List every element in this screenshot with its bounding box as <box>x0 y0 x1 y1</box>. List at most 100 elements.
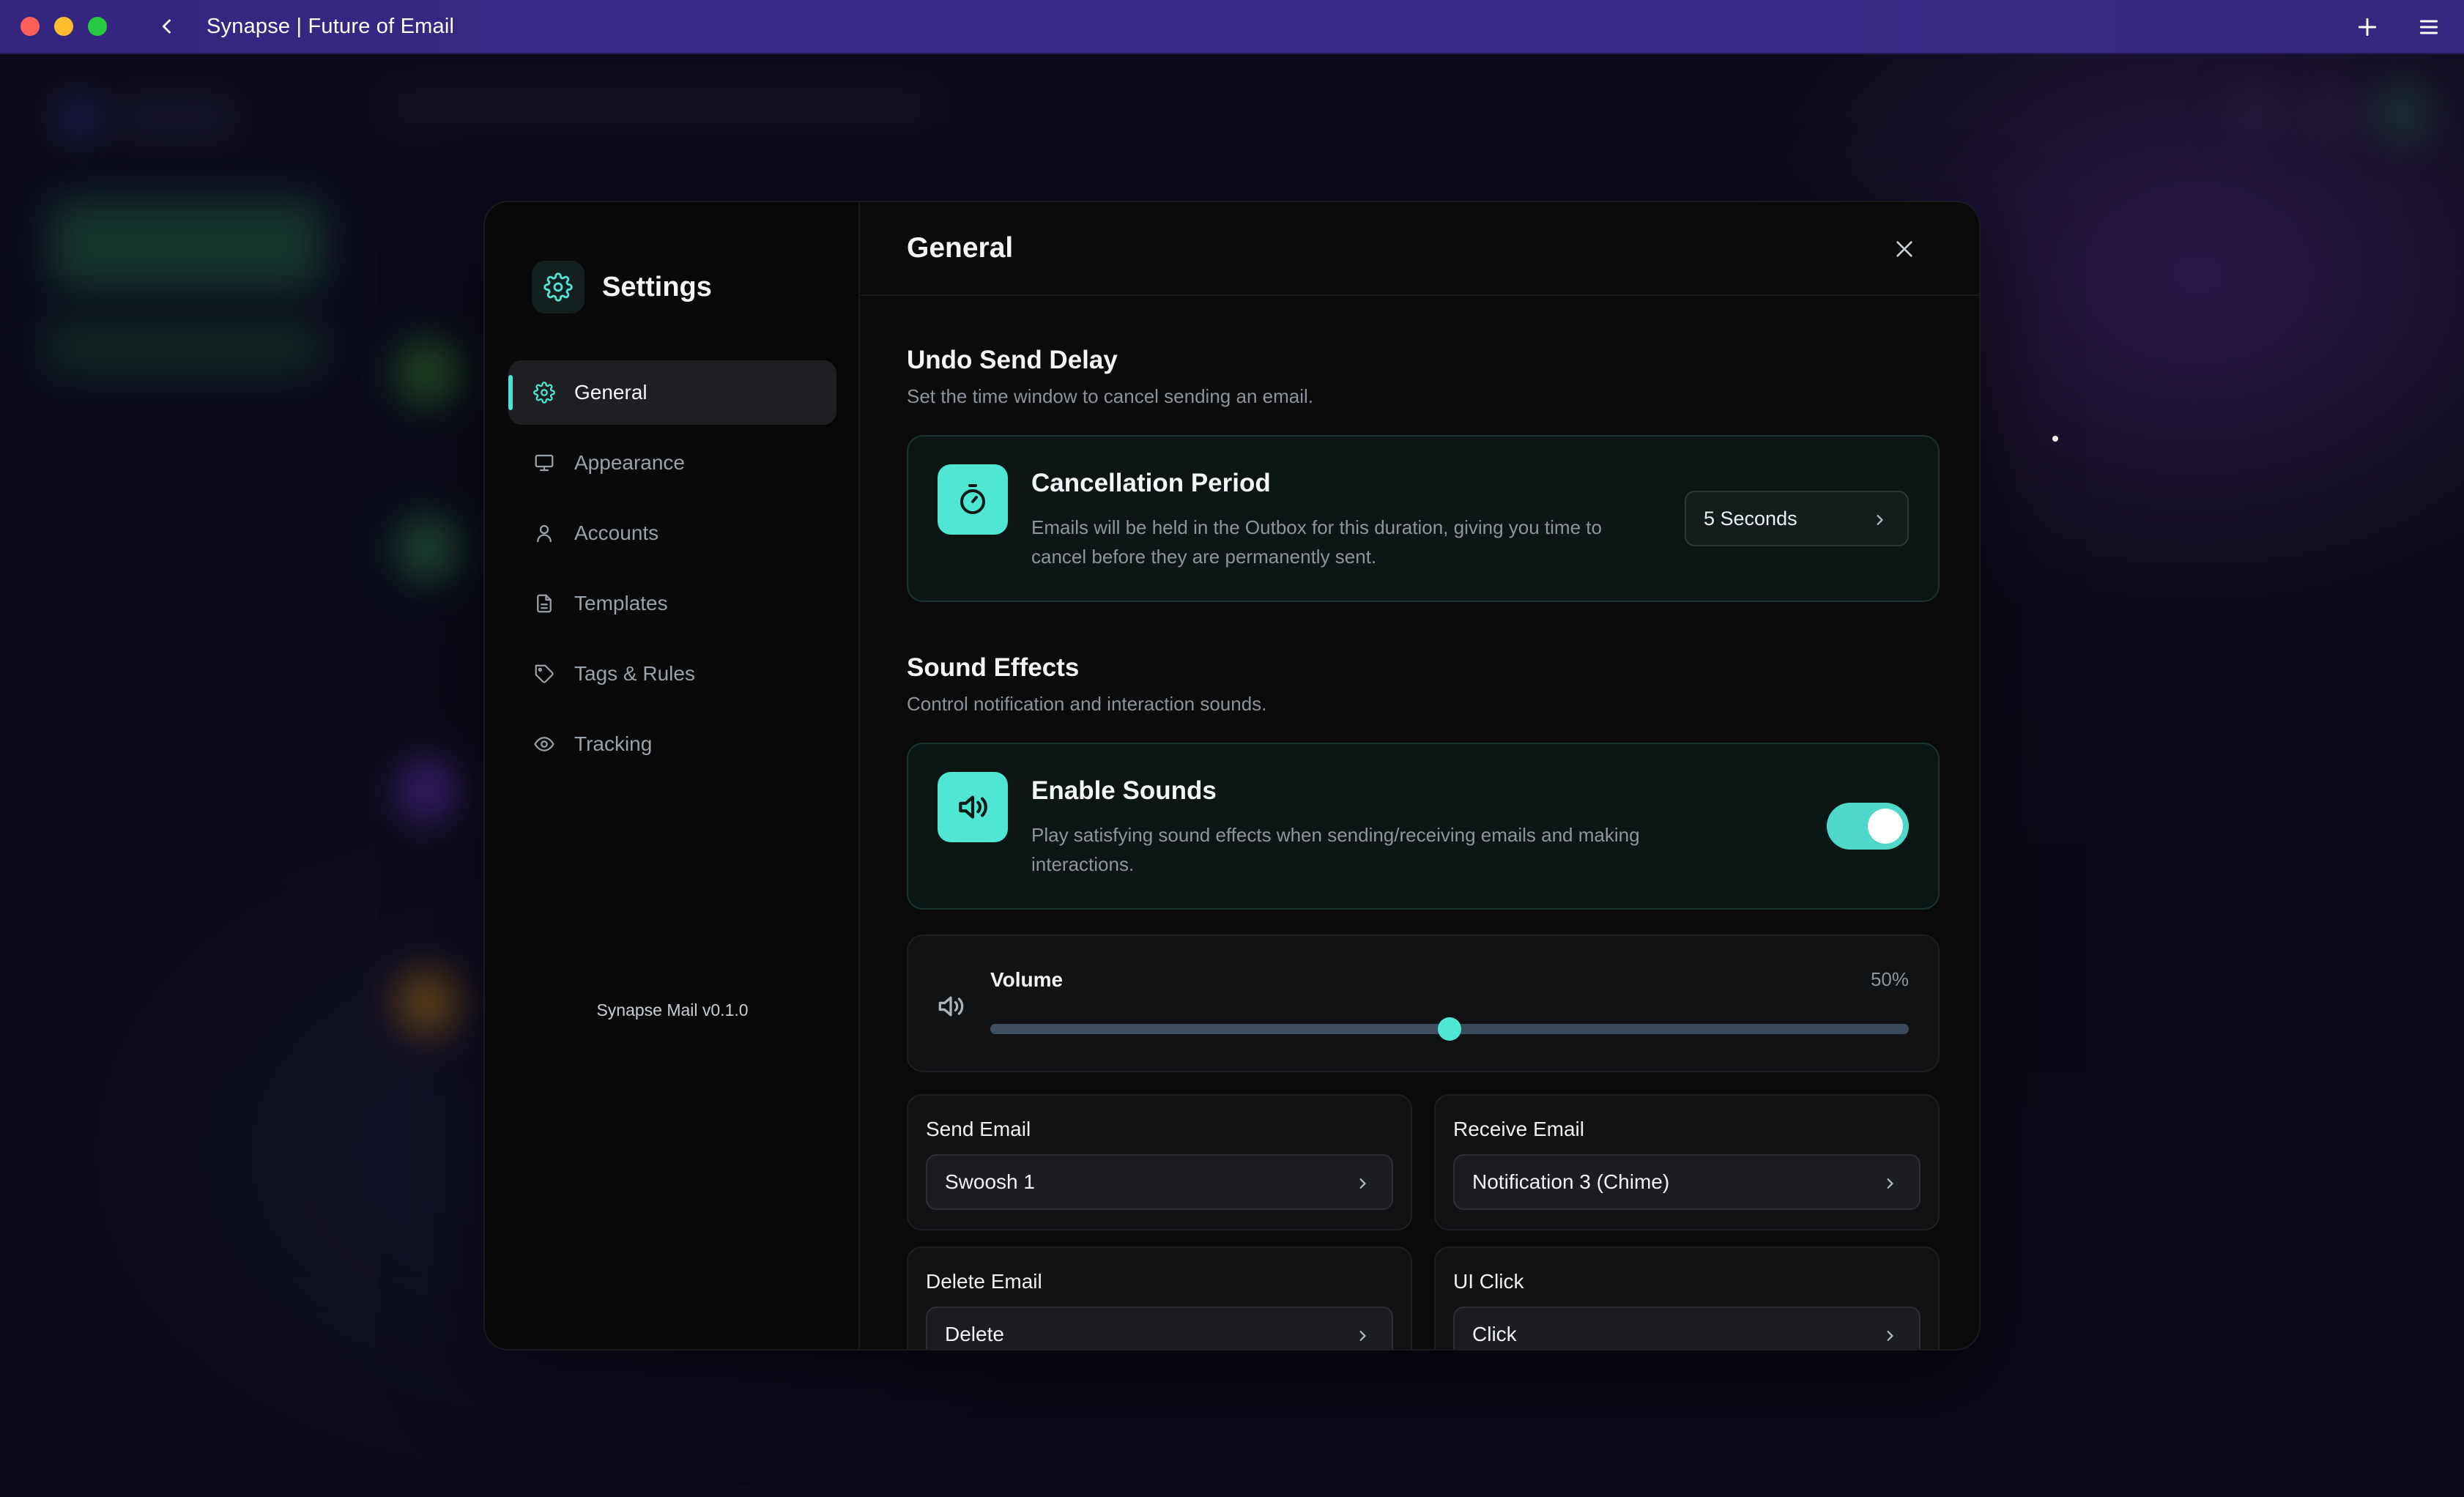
nav-label: Appearance <box>574 451 686 474</box>
close-window-button[interactable] <box>21 17 40 36</box>
document-icon <box>537 594 552 613</box>
select-value: Swoosh 1 <box>945 1170 1035 1193</box>
window-titlebar: Synapse | Future of Email <box>0 0 2464 54</box>
menu-button[interactable] <box>2414 12 2443 42</box>
nav-item-appearance[interactable]: Appearance <box>508 431 836 495</box>
settings-title: Settings <box>602 271 712 302</box>
monitor-icon <box>535 454 554 472</box>
receive-email-label: Receive Email <box>1453 1118 1584 1140</box>
volume-label: Volume <box>990 968 1064 991</box>
volume-icon <box>938 996 964 1017</box>
enable-sounds-toggle[interactable] <box>1827 803 1909 850</box>
backdrop-nav <box>44 318 322 376</box>
content-header: General <box>860 202 1979 296</box>
settings-heading: Settings <box>532 261 712 313</box>
settings-modal: Settings General Appearance Accounts Tem… <box>483 201 1981 1351</box>
backdrop-search <box>381 83 938 130</box>
back-button[interactable] <box>152 12 182 41</box>
chevron-right-icon <box>1887 1178 1893 1189</box>
nav-label: Tags & Rules <box>574 662 695 685</box>
enable-sounds-description: Play satisfying sound effects when sendi… <box>1031 824 1640 875</box>
cancellation-period-select[interactable]: 5 Seconds <box>1685 491 1909 546</box>
receive-email-sound-card: Receive Email Notification 3 (Chime) <box>1434 1094 1940 1230</box>
window-title: Synapse | Future of Email <box>207 14 455 38</box>
eye-icon <box>534 737 554 751</box>
undo-section-title: Undo Send Delay <box>907 346 1118 374</box>
backdrop-button <box>2300 83 2359 142</box>
chevron-left-icon <box>162 19 171 34</box>
close-settings-button[interactable] <box>1890 234 1919 264</box>
select-value: Notification 3 (Chime) <box>1472 1170 1670 1193</box>
nav-label: General <box>574 381 647 404</box>
volume-slider[interactable] <box>990 1017 1909 1041</box>
toggle-knob <box>1868 809 1903 844</box>
cancellation-period-title: Cancellation Period <box>1031 469 1271 497</box>
cursor-dot <box>2052 436 2058 442</box>
nav-item-tags-rules[interactable]: Tags & Rules <box>508 642 836 706</box>
app-version: Synapse Mail v0.1.0 <box>596 1000 749 1019</box>
backdrop-avatar <box>396 970 461 1036</box>
chevron-right-icon <box>1887 1331 1893 1341</box>
close-icon <box>1896 241 1912 257</box>
backdrop-brand <box>117 105 234 130</box>
backdrop-logo <box>62 100 98 136</box>
minimize-window-button[interactable] <box>54 17 73 36</box>
speaker-icon <box>959 795 987 819</box>
backdrop-button <box>2227 83 2285 142</box>
send-email-sound-select[interactable]: Swoosh 1 <box>926 1154 1393 1210</box>
send-email-sound-card: Send Email Swoosh 1 <box>907 1094 1412 1230</box>
delete-email-sound-card: Delete Email Delete <box>907 1247 1412 1349</box>
nav-label: Accounts <box>574 521 659 544</box>
delete-email-sound-select[interactable]: Delete <box>926 1307 1393 1349</box>
chevron-right-icon <box>1877 515 1883 525</box>
enable-sounds-title: Enable Sounds <box>1031 776 1217 805</box>
tag-icon <box>535 664 554 683</box>
page-title: General <box>907 232 1014 264</box>
gear-icon <box>543 272 573 302</box>
maximize-window-button[interactable] <box>88 17 107 36</box>
select-value: Delete <box>945 1323 1004 1345</box>
settings-sidebar: Settings General Appearance Accounts Tem… <box>485 202 860 1349</box>
timer-icon-box <box>938 464 1008 535</box>
delete-email-label: Delete Email <box>926 1270 1042 1293</box>
nav-item-templates[interactable]: Templates <box>508 571 836 636</box>
plus-icon <box>2358 18 2377 37</box>
volume-thumb[interactable] <box>1438 1017 1461 1041</box>
new-tab-button[interactable] <box>2353 12 2382 42</box>
enable-sounds-card: Enable Sounds Play satisfying sound effe… <box>907 743 1940 910</box>
backdrop-compose <box>51 201 322 289</box>
nav-item-accounts[interactable]: Accounts <box>508 501 836 565</box>
backdrop-button <box>2373 83 2432 142</box>
cancellation-period-description: Emails will be held in the Outbox for th… <box>1031 516 1602 568</box>
nav-item-tracking[interactable]: Tracking <box>508 712 836 776</box>
select-value: 5 Seconds <box>1704 507 1797 530</box>
undo-section-subtitle: Set the time window to cancel sending an… <box>907 385 1313 407</box>
select-value: Click <box>1472 1323 1517 1345</box>
nav-label: Templates <box>574 592 668 614</box>
volume-value: 50% <box>1870 968 1909 990</box>
chevron-right-icon <box>1359 1178 1366 1189</box>
sound-section-title: Sound Effects <box>907 653 1080 682</box>
nav-label: Tracking <box>574 732 653 755</box>
gear-icon <box>533 382 555 404</box>
speaker-icon-box <box>938 772 1008 842</box>
backdrop-avatar <box>396 516 461 582</box>
user-icon <box>537 524 552 543</box>
window-controls <box>21 17 107 36</box>
backdrop-avatar <box>396 340 461 406</box>
settings-content: General Undo Send Delay Set the time win… <box>860 202 1979 1349</box>
hamburger-icon <box>2419 20 2438 34</box>
receive-email-sound-select[interactable]: Notification 3 (Chime) <box>1453 1154 1921 1210</box>
backdrop-avatar <box>396 757 461 823</box>
volume-fill <box>990 1024 1450 1034</box>
ui-click-sound-card: UI Click Click <box>1434 1247 1940 1349</box>
ui-click-sound-select[interactable]: Click <box>1453 1307 1921 1349</box>
settings-nav: General Appearance Accounts Templates Ta… <box>508 360 836 782</box>
stopwatch-icon <box>960 484 985 514</box>
nav-item-general[interactable]: General <box>508 360 836 425</box>
ui-click-label: UI Click <box>1453 1270 1524 1293</box>
sound-section-subtitle: Control notification and interaction sou… <box>907 693 1267 715</box>
chevron-right-icon <box>1359 1331 1366 1341</box>
send-email-label: Send Email <box>926 1118 1031 1140</box>
volume-card: Volume 50% <box>907 935 1940 1072</box>
